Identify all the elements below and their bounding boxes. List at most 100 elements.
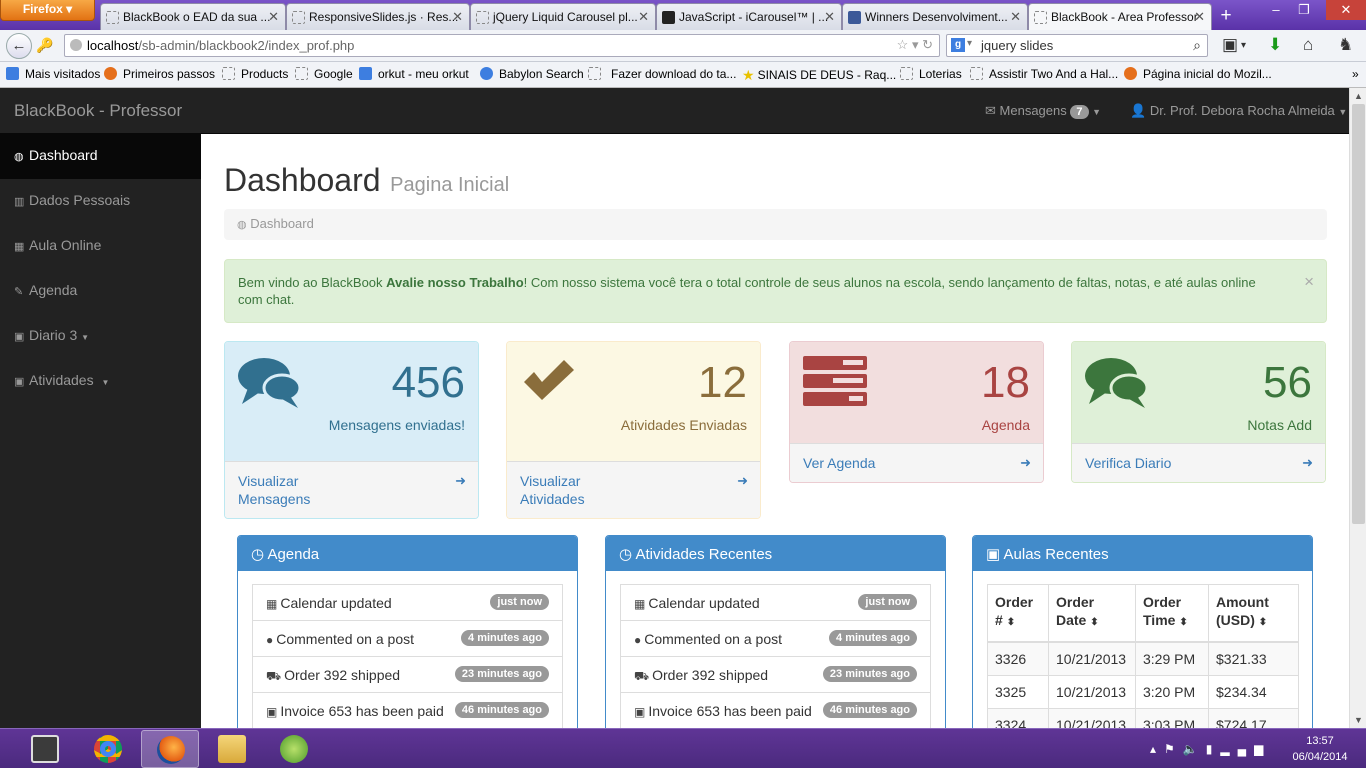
list-item[interactable]: ▦ Calendar updated just now <box>252 584 563 621</box>
back-button[interactable]: ← <box>6 33 32 59</box>
alert-close-button[interactable]: × <box>1304 273 1314 290</box>
tab-close-icon[interactable]: ✕ <box>1194 9 1205 25</box>
tray-overflow-icon[interactable]: ▴ <box>1150 742 1164 756</box>
browser-tab[interactable]: BlackBook o EAD da sua ... ✕ <box>100 3 286 30</box>
bookmark-item[interactable]: Google <box>295 67 353 81</box>
sidebar-item-atividades[interactable]: ▣ Atividades ▼ <box>0 359 201 404</box>
browser-tab-active[interactable]: BlackBook - Area Professor ✕ <box>1028 3 1212 30</box>
screenshot-tool-icon[interactable]: ▣ <box>1222 35 1238 55</box>
tab-close-icon[interactable]: ✕ <box>268 9 279 25</box>
stat-panel-grades: 56 Notas Add Verifica Diario ➜ <box>1071 341 1326 483</box>
column-header[interactable]: Order Date ⬍ <box>1048 584 1136 643</box>
page-scrollbar[interactable]: ▲ ▼ <box>1349 88 1366 728</box>
reload-icon[interactable]: ↻ <box>922 37 933 52</box>
minimize-button[interactable]: ‒ <box>1262 0 1290 20</box>
bookmark-item[interactable]: orkut - meu orkut <box>359 67 469 81</box>
bookmark-star-icon[interactable]: ☆ <box>897 37 909 52</box>
google-icon[interactable]: g <box>951 38 965 52</box>
scroll-up-icon[interactable]: ▲ <box>1354 91 1363 101</box>
column-header[interactable]: Order Time ⬍ <box>1135 584 1209 643</box>
taskbar-app-sublime[interactable] <box>16 730 74 768</box>
clock-icon: ◷ <box>251 546 265 563</box>
flag-icon[interactable]: ⚑ <box>1164 742 1183 756</box>
messages-dropdown[interactable]: ✉ Mensagens 7 ▼ <box>985 103 1101 119</box>
search-icon[interactable]: ⌕ <box>1193 37 1201 54</box>
url-bar[interactable]: localhost/sb-admin/blackbook2/index_prof… <box>64 34 940 57</box>
bookmark-item[interactable]: Primeiros passos <box>104 67 215 81</box>
taskbar-app-corel[interactable] <box>265 730 323 768</box>
bookmarks-overflow-icon[interactable]: » <box>1352 67 1359 81</box>
browser-tab[interactable]: Winners Desenvolviment... ✕ <box>842 3 1028 30</box>
tab-close-icon[interactable]: ✕ <box>452 9 463 25</box>
bookmark-item[interactable]: Loterias <box>900 67 962 81</box>
bookmark-item[interactable]: Mais visitados <box>6 67 100 81</box>
browser-tab[interactable]: JavaScript - iCarousel™ | ... ✕ <box>656 3 842 30</box>
list-item[interactable]: ● Commented on a post 4 minutes ago <box>252 620 563 657</box>
breadcrumb: ◍ Dashboard <box>224 209 1327 240</box>
bookmark-item[interactable]: Products <box>222 67 288 81</box>
bookmark-folder-icon <box>6 67 19 80</box>
network-icon[interactable]: ▮ <box>1206 742 1221 756</box>
stat-panel-link[interactable]: Ver Agenda ➜ <box>790 443 1043 482</box>
page-icon <box>292 11 305 24</box>
new-tab-button[interactable]: + <box>1212 5 1240 29</box>
panel-heading: ▣ Aulas Recentes <box>973 536 1312 571</box>
panel-title: Atividades Recentes <box>635 546 773 563</box>
list-item[interactable]: ⛟ Order 392 shipped 23 minutes ago <box>252 656 563 693</box>
volume-muted-icon[interactable]: 🔈 <box>1183 742 1206 756</box>
list-item-text: Invoice 653 has been paid <box>648 703 812 719</box>
taskbar-app-explorer[interactable] <box>203 730 261 768</box>
list-item[interactable]: ● Commented on a post 4 minutes ago <box>620 620 931 657</box>
stat-panel-link[interactable]: Visualizar Mensagens ➜ <box>225 461 478 518</box>
scroll-down-icon[interactable]: ▼ <box>1354 715 1363 725</box>
sidebar-item-agenda[interactable]: ✎ Agenda <box>0 269 201 314</box>
panel-title: Aulas Recentes <box>1003 546 1109 563</box>
tab-close-icon[interactable]: ✕ <box>1010 9 1021 25</box>
taskbar-app-chrome[interactable] <box>79 730 137 768</box>
tool-dropdown-icon[interactable]: ▾ <box>1241 40 1246 51</box>
list-item-text: Calendar updated <box>648 595 760 611</box>
download-icon[interactable]: ⬇ <box>1268 35 1282 55</box>
tab-close-icon[interactable]: ✕ <box>638 9 649 25</box>
sidebar-item-diario[interactable]: ▣ Diario 3 ▼ <box>0 314 201 359</box>
signal-icon[interactable]: ▂▄▆ <box>1220 742 1271 756</box>
restore-button[interactable]: ❐ <box>1290 0 1318 20</box>
search-engine-dropdown-icon[interactable]: ▾ <box>967 38 972 49</box>
table-row: 3324 10/21/2013 3:03 PM $724.17 <box>987 708 1299 728</box>
taskbar-app-firefox[interactable] <box>141 730 199 768</box>
column-header[interactable]: Order # ⬍ <box>987 584 1049 643</box>
tab-close-icon[interactable]: ✕ <box>824 9 835 25</box>
bookmark-item[interactable]: Página inicial do Mozil... <box>1124 67 1272 81</box>
list-item[interactable]: ▣ Invoice 653 has been paid 46 minutes ago <box>252 692 563 728</box>
dropdown-arrow-icon[interactable]: ▾ <box>912 37 919 52</box>
stat-panel-link[interactable]: Visualizar Atividades ➜ <box>507 461 760 518</box>
addon-icon[interactable]: ♞ <box>1338 35 1353 55</box>
firefox-menu-button[interactable]: Firefox ▾ <box>0 0 95 21</box>
stat-panel-link[interactable]: Verifica Diario ➜ <box>1072 443 1325 482</box>
taskbar-clock[interactable]: 13:57 06/04/2014 <box>1282 733 1358 765</box>
window-close-button[interactable]: ✕ <box>1326 0 1366 20</box>
firefox-menu-label: Firefox <box>22 2 63 16</box>
sidebar-item-aula-online[interactable]: ▦ Aula Online <box>0 224 201 269</box>
browser-tab[interactable]: ResponsiveSlides.js · Res... ✕ <box>286 3 470 30</box>
home-icon[interactable]: ⌂ <box>1303 35 1313 55</box>
bookmark-item[interactable]: Assistir Two And a Hal... <box>970 67 1118 81</box>
user-dropdown[interactable]: 👤 Dr. Prof. Debora Rocha Almeida ▼ <box>1130 103 1347 119</box>
list-item[interactable]: ▦ Calendar updated just now <box>620 584 931 621</box>
scroll-thumb[interactable] <box>1352 104 1365 524</box>
column-header[interactable]: Amount (USD) ⬍ <box>1208 584 1299 643</box>
browser-tab[interactable]: jQuery Liquid Carousel pl... ✕ <box>470 3 656 30</box>
bookmark-item[interactable]: ★ SINAIS DE DEUS - Raq... <box>742 67 896 84</box>
search-bar[interactable]: g ▾ jquery slides ⌕ <box>946 34 1208 57</box>
sort-icon: ⬍ <box>1258 617 1268 628</box>
sublime-icon <box>31 735 59 763</box>
sidebar-item-dados-pessoais[interactable]: ▥ Dados Pessoais <box>0 179 201 224</box>
brand-link[interactable]: BlackBook - Professor <box>14 101 182 121</box>
list-item[interactable]: ⛟ Order 392 shipped 23 minutes ago <box>620 656 931 693</box>
list-item[interactable]: ▣ Invoice 653 has been paid 46 minutes ago <box>620 692 931 728</box>
bookmark-item[interactable]: Fazer download do ta... <box>588 67 736 81</box>
bookmark-item[interactable]: Babylon Search <box>480 67 584 81</box>
money-icon: ▣ <box>266 705 278 719</box>
sidebar-item-dashboard[interactable]: ◍ Dashboard <box>0 134 201 179</box>
site-identity-icon[interactable]: 🔑 <box>36 37 53 54</box>
